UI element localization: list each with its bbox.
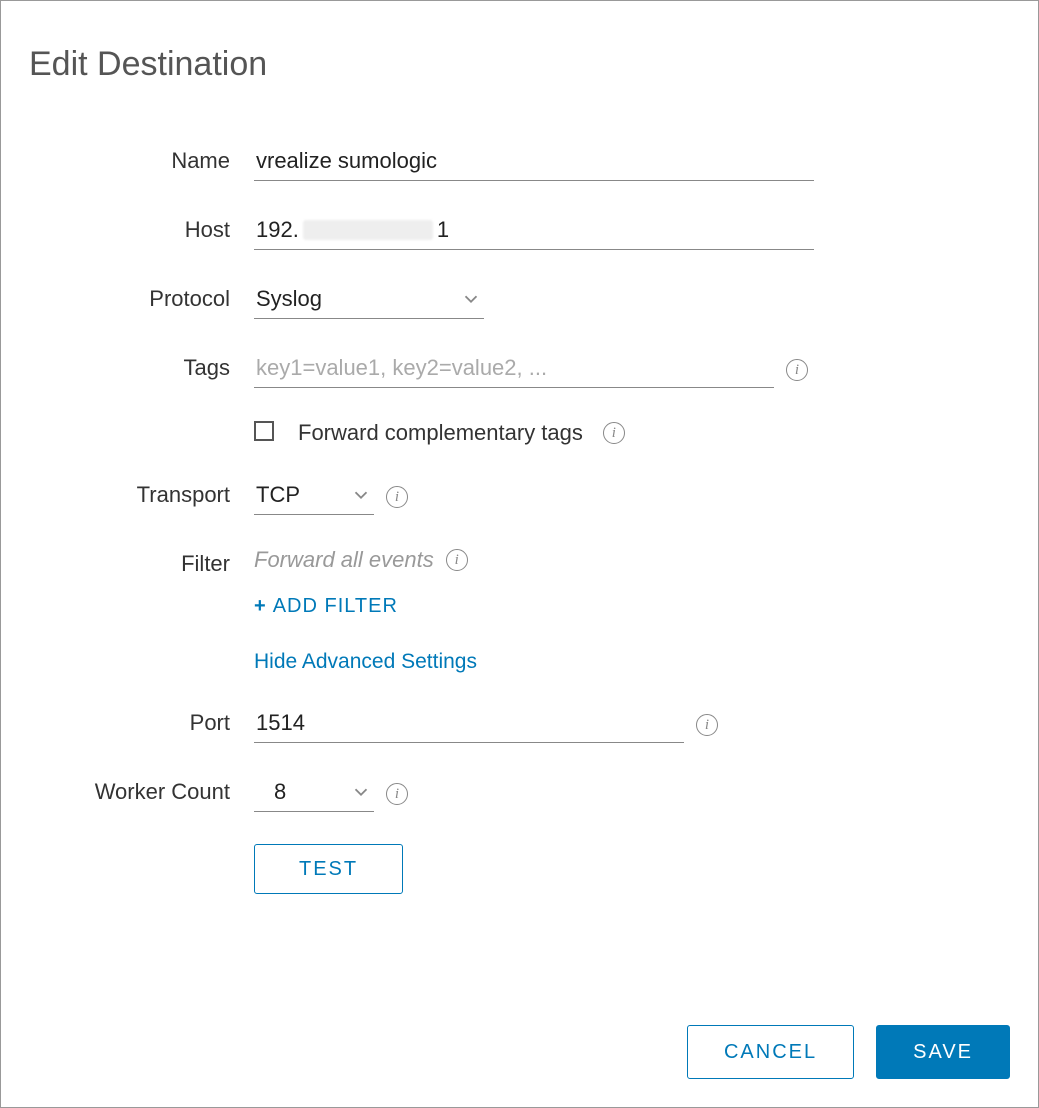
- dialog-footer: CANCEL SAVE: [687, 1025, 1010, 1079]
- hide-advanced-link[interactable]: Hide Advanced Settings: [254, 650, 477, 674]
- add-filter-button[interactable]: +ADD FILTER: [254, 595, 398, 618]
- transport-select[interactable]: TCP: [254, 478, 374, 515]
- edit-destination-dialog: Edit Destination Name Host 192. 1 Protoc…: [0, 0, 1039, 1108]
- info-icon[interactable]: i: [603, 422, 625, 444]
- filter-label: Filter: [29, 547, 254, 577]
- host-redacted: [303, 220, 433, 240]
- worker-count-label: Worker Count: [29, 775, 254, 805]
- host-label: Host: [29, 213, 254, 243]
- tags-input[interactable]: [254, 351, 774, 388]
- info-icon[interactable]: i: [786, 359, 808, 381]
- info-icon[interactable]: i: [446, 549, 468, 571]
- name-input[interactable]: [254, 144, 814, 181]
- filter-hint: Forward all events: [254, 547, 434, 573]
- host-input[interactable]: 192. 1: [254, 213, 814, 250]
- port-input[interactable]: [254, 706, 684, 743]
- forward-tags-label: Forward complementary tags: [298, 420, 583, 446]
- host-suffix: 1: [437, 217, 449, 243]
- protocol-value: Syslog: [256, 286, 460, 312]
- forward-tags-checkbox[interactable]: [254, 421, 274, 441]
- save-button[interactable]: SAVE: [876, 1025, 1010, 1079]
- host-prefix: 192.: [256, 217, 299, 243]
- form: Name Host 192. 1 Protocol Syslog: [29, 144, 1010, 894]
- worker-count-select[interactable]: 8: [254, 775, 374, 812]
- chevron-down-icon: [460, 288, 482, 310]
- name-label: Name: [29, 144, 254, 174]
- info-icon[interactable]: i: [386, 783, 408, 805]
- info-icon[interactable]: i: [386, 486, 408, 508]
- dialog-title: Edit Destination: [29, 45, 1010, 84]
- port-label: Port: [29, 706, 254, 736]
- cancel-button[interactable]: CANCEL: [687, 1025, 854, 1079]
- transport-label: Transport: [29, 478, 254, 508]
- plus-icon: +: [254, 595, 267, 617]
- info-icon[interactable]: i: [696, 714, 718, 736]
- protocol-label: Protocol: [29, 282, 254, 312]
- test-button[interactable]: TEST: [254, 844, 403, 894]
- protocol-select[interactable]: Syslog: [254, 282, 484, 319]
- chevron-down-icon: [350, 484, 372, 506]
- tags-label: Tags: [29, 351, 254, 381]
- chevron-down-icon: [350, 781, 372, 803]
- transport-value: TCP: [256, 482, 350, 508]
- worker-count-value: 8: [256, 779, 350, 805]
